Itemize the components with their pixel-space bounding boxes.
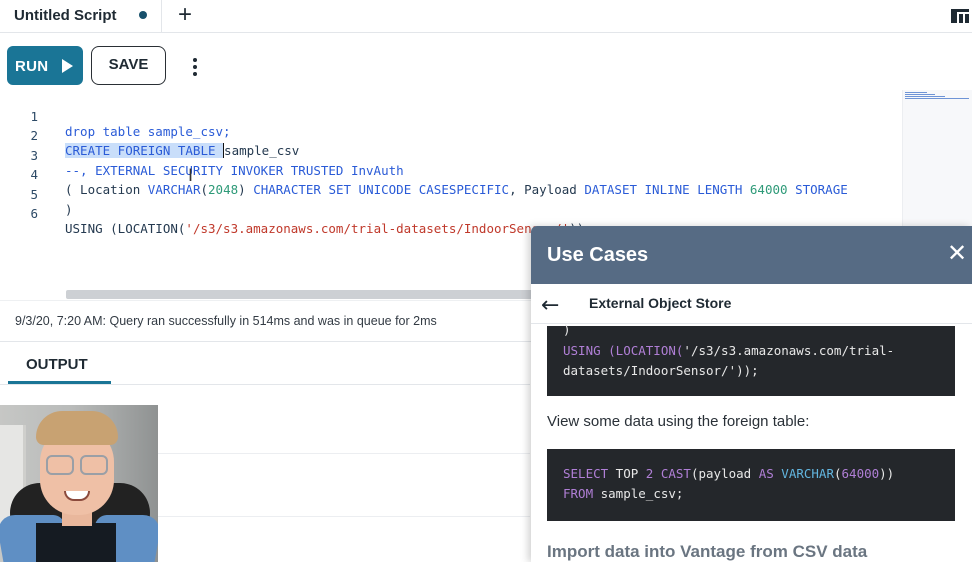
tab-untitled-script[interactable]: Untitled Script [0, 0, 162, 33]
code-text: USING (LOCATION('/s3/s3.amazonaws.com/tr… [65, 221, 592, 236]
code-token: CAST [660, 466, 691, 481]
layout-icon[interactable] [951, 9, 969, 23]
code-token: SELECT [563, 466, 609, 481]
code-token: USING (LOCATION( [65, 221, 186, 236]
code-line: 4 ( Location VARCHAR(2048) CHARACTER SET… [0, 152, 900, 197]
run-button-label: RUN [15, 58, 49, 75]
code-snippet: SELECT TOP 2 CAST(payload AS VARCHAR(640… [547, 449, 955, 521]
code-line: datasets/IndoorSensor/')); [563, 363, 759, 378]
panel-description: View some data using the foreign table: [547, 413, 810, 430]
panel-header: Use Cases ✕ [531, 226, 972, 284]
panel-title: Use Cases [547, 244, 649, 266]
tab-bar: Untitled Script + [0, 0, 972, 33]
code-token: AS [758, 466, 774, 481]
code-token: (payload [690, 466, 759, 481]
code-line: FROM sample_csv; [563, 486, 683, 501]
code-token: TOP [608, 466, 646, 481]
tab-title: Untitled Script [14, 7, 117, 24]
panel-subtitle: External Object Store [589, 295, 732, 311]
unsaved-indicator-icon [139, 11, 147, 19]
code-snippet: ) USING (LOCATION('/s3/s3.amazonaws.com/… [547, 322, 955, 396]
code-line: USING (LOCATION('/s3/s3.amazonaws.com/tr… [563, 343, 894, 358]
kebab-icon[interactable] [186, 56, 204, 78]
code-token: FROM [563, 486, 594, 501]
code-line: 2 CREATE FOREIGN TABLE sample_csv [0, 113, 900, 158]
tab-output[interactable]: OUTPUT [8, 343, 111, 384]
code-token: sample_csv; [593, 486, 684, 501]
code-line: 3 --, EXTERNAL SECURITY INVOKER TRUSTED … [0, 133, 900, 178]
ibeam-cursor-icon: I [188, 166, 194, 186]
horizontal-scrollbar[interactable] [66, 290, 536, 299]
code-line: SELECT TOP 2 CAST(payload AS VARCHAR(640… [563, 466, 894, 481]
code-token: )) [879, 466, 895, 481]
code-token: USING (LOCATION( [563, 343, 684, 358]
plus-icon[interactable]: + [172, 3, 198, 29]
back-arrow-icon[interactable]: ← [541, 293, 559, 318]
code-token: )); [736, 363, 759, 378]
code-string: datasets/IndoorSensor/' [563, 363, 737, 378]
close-icon[interactable]: ✕ [947, 241, 967, 265]
run-button[interactable]: RUN [7, 46, 83, 85]
webcam-video [0, 405, 158, 562]
line-number: 6 [30, 206, 38, 221]
next-section-heading[interactable]: Import data into Vantage from CSV data [547, 542, 867, 562]
code-token: ( [833, 466, 842, 481]
code-line: 5 ) [0, 172, 900, 217]
code-token: VARCHAR [781, 466, 834, 481]
code-string: '/s3/s3.amazonaws.com/trial- [683, 343, 895, 358]
query-status-message: 9/3/20, 7:20 AM: Query ran successfully … [15, 314, 437, 328]
output-row-divider [158, 453, 530, 454]
code-line: 6 USING (LOCATION('/s3/s3.amazonaws.com/… [0, 191, 900, 236]
save-button[interactable]: SAVE [91, 46, 166, 85]
code-line: ) [563, 322, 571, 337]
code-string: '/s3/s3.amazonaws.com/trial-datasets/Ind… [185, 221, 570, 236]
play-icon [62, 59, 73, 73]
divider [0, 384, 530, 385]
use-cases-panel: Use Cases ✕ ← External Object Store ) US… [531, 226, 972, 562]
output-row-divider [158, 516, 530, 517]
code-line: 1 drop table sample_csv; [0, 94, 900, 139]
code-token: 64000 [841, 466, 880, 481]
tab-output-label: OUTPUT [26, 356, 88, 373]
